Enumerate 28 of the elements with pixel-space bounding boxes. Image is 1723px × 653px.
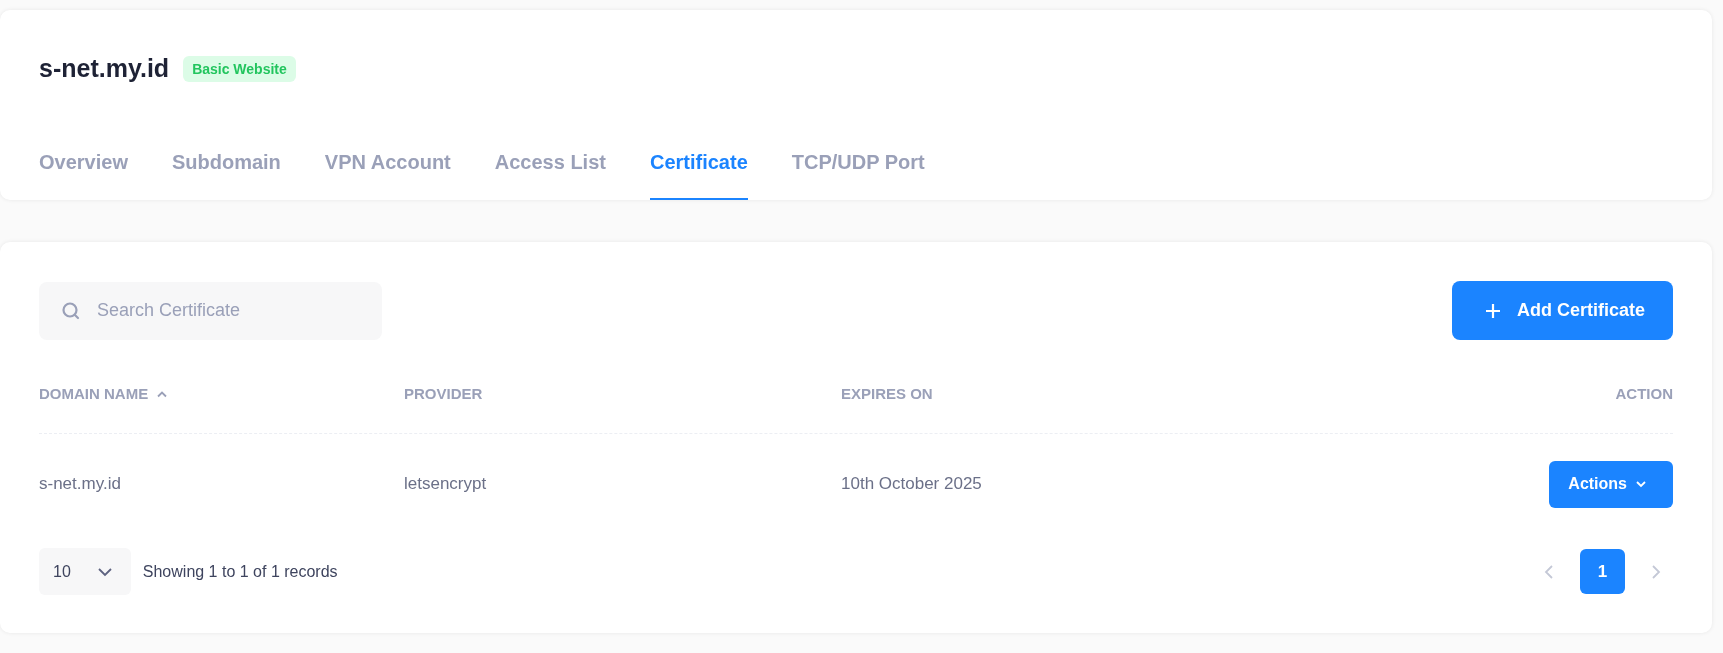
search-icon: [61, 300, 81, 321]
actions-button[interactable]: Actions: [1549, 460, 1673, 508]
table-cell-text: letsencrypt: [404, 474, 488, 494]
previous-page-icon[interactable]: [1544, 563, 1554, 580]
table-cell-text: 10th October 2025: [841, 474, 983, 494]
tab[interactable]: VPN Account: [324, 151, 451, 200]
tab[interactable]: Overview: [39, 151, 128, 200]
records-summary: Showing 1 to 1 of 1 records: [142, 562, 338, 581]
tab[interactable]: Subdomain: [171, 151, 281, 200]
table-cell-text: s-net.my.id: [39, 474, 122, 494]
next-page-icon[interactable]: [1651, 563, 1661, 580]
search-field[interactable]: Search Certificate: [39, 281, 382, 340]
tab[interactable]: Certificate: [649, 151, 748, 200]
add-certificate-button[interactable]: Add Certificate: [1451, 281, 1673, 340]
tab[interactable]: Access List: [494, 151, 606, 200]
page-button[interactable]: 1: [1580, 549, 1625, 594]
plan-badge: Basic Website: [183, 55, 296, 82]
sort-ascending-icon[interactable]: [156, 389, 169, 398]
column-header[interactable]: DOMAIN NAME: [39, 385, 149, 402]
column-header: EXPIRES ON: [841, 385, 933, 402]
site-title: s-net.my.id: [39, 54, 170, 83]
tab[interactable]: TCP/UDP Port: [791, 151, 925, 200]
column-header: PROVIDER: [404, 385, 483, 402]
plus-icon: [1484, 302, 1501, 319]
page-size-select[interactable]: 10: [39, 548, 131, 595]
chevron-down-icon: [1635, 480, 1647, 488]
column-header: ACTION: [1615, 385, 1673, 402]
chevron-down-icon: [96, 566, 113, 577]
